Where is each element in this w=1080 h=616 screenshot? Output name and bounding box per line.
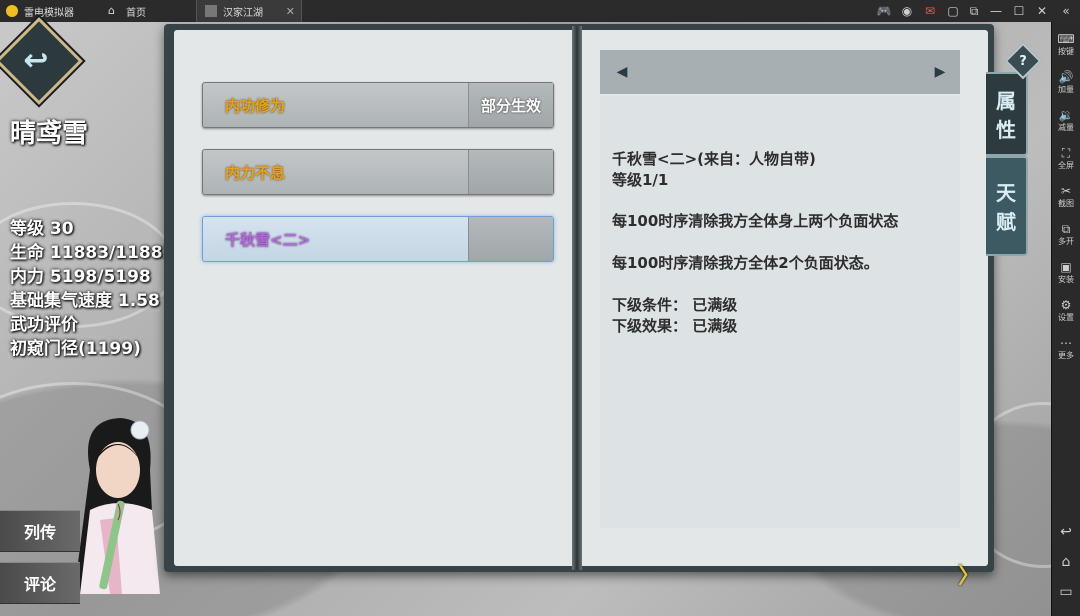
- fullscreen-icon: ⛶: [1061, 146, 1071, 160]
- maximize-icon[interactable]: ☐: [1011, 3, 1027, 19]
- stat-rating-value: 初窥门径(1199): [10, 339, 141, 359]
- skill-row-qianqiuxue[interactable]: 千秋雪<二>: [202, 216, 554, 262]
- tab-talent[interactable]: 天 赋: [986, 156, 1028, 256]
- stat-rating-label: 武功评价: [10, 315, 78, 335]
- more-icon: ⋯: [1060, 336, 1072, 350]
- sidebar-item-settings[interactable]: ⚙ 设置: [1052, 298, 1080, 323]
- next-skill-icon[interactable]: ▶: [926, 50, 954, 94]
- sidebar-item-label: 减量: [1058, 123, 1074, 132]
- skill-name: 内功修为: [225, 96, 286, 115]
- help-icon: ?: [1019, 53, 1027, 69]
- recents-nav-icon[interactable]: ▭: [1052, 584, 1080, 600]
- tab-attributes[interactable]: 属 性: [986, 72, 1028, 156]
- skill-row-neigong[interactable]: 内功修为 部分生效: [202, 82, 554, 128]
- detail-nav-bar: ◀ ▶: [600, 50, 960, 94]
- sidebar-item-multi[interactable]: ⧉ 多开: [1052, 222, 1080, 247]
- collapse-sidebar-icon[interactable]: «: [1058, 3, 1074, 19]
- character-name: 晴鸢雪: [10, 119, 89, 149]
- menu-icon[interactable]: ▢: [945, 3, 961, 19]
- game-icon: [205, 5, 217, 17]
- volume-down-icon: 🔉: [1058, 108, 1074, 122]
- biography-button[interactable]: 列传: [0, 510, 80, 552]
- detail-effect-2: 每100时序清除我方全体2个负面状态。: [612, 254, 879, 272]
- sidebar-item-more[interactable]: ⋯ 更多: [1052, 336, 1080, 361]
- skill-status: [468, 150, 553, 194]
- minimize-icon[interactable]: —: [988, 3, 1004, 19]
- sidebar-item-label: 按键: [1058, 47, 1074, 56]
- stat-hp: 生命 11883/11883: [10, 243, 175, 263]
- tab-attributes-char1: 属: [996, 89, 1016, 113]
- back-arrow-icon: ↩: [23, 42, 49, 78]
- home-nav-icon[interactable]: ⌂: [1052, 554, 1080, 570]
- sidebar-item-volume-up[interactable]: 🔊 加量: [1052, 70, 1080, 95]
- tab-talent-char1: 天: [996, 181, 1016, 205]
- sidebar-item-install[interactable]: ▣ 安装: [1052, 260, 1080, 285]
- close-tab-icon[interactable]: ✕: [286, 5, 295, 18]
- restore-icon[interactable]: ⧉: [966, 3, 982, 19]
- prev-skill-icon[interactable]: ◀: [608, 50, 636, 94]
- detail-next-effect: 下级效果： 已满级: [612, 317, 738, 335]
- sidebar-item-label: 截图: [1058, 199, 1074, 208]
- sidebar-item-label: 安装: [1058, 275, 1074, 284]
- skill-row-neili[interactable]: 内力不息: [202, 149, 554, 195]
- detail-next-condition: 下级条件： 已满级: [612, 296, 738, 314]
- next-page-icon[interactable]: 〉: [958, 558, 980, 590]
- skill-name: 千秋雪<二>: [225, 230, 311, 249]
- detail-level: 等级1/1: [612, 171, 669, 189]
- skill-name: 内力不息: [225, 163, 286, 182]
- home-tab[interactable]: ⌂ 首页: [108, 0, 146, 22]
- sidebar-item-volume-down[interactable]: 🔉 减量: [1052, 108, 1080, 133]
- sidebar-item-label: 多开: [1058, 237, 1074, 246]
- stat-level: 等级 30: [10, 219, 74, 239]
- home-icon: ⌂: [108, 4, 115, 17]
- detail-effect-1: 每100时序清除我方全体身上两个负面状态: [612, 212, 899, 230]
- sidebar-item-label: 加量: [1058, 85, 1074, 94]
- emulator-sidebar: ⌨ 按键 🔊 加量 🔉 减量 ⛶ 全屏 ✂ 截图 ⧉ 多开 ▣ 安装 ⚙ 设置 ⋯ 更多 ↩ ⌂ …: [1051, 22, 1080, 616]
- book-spine: [572, 26, 582, 570]
- tab-attributes-char2: 性: [996, 118, 1016, 142]
- mail-icon[interactable]: ✉: [922, 3, 938, 19]
- tab-talent-char2: 赋: [996, 210, 1016, 234]
- detail-title: 千秋雪<二>(来自：人物自带): [612, 150, 816, 168]
- volume-up-icon: 🔊: [1058, 70, 1074, 84]
- game-tab[interactable]: 汉家江湖 ✕: [196, 0, 302, 22]
- scissors-icon: ✂: [1060, 184, 1072, 198]
- sidebar-item-keys[interactable]: ⌨ 按键: [1052, 32, 1080, 57]
- home-tab-label: 首页: [126, 7, 146, 19]
- stat-mp: 内力 5198/5198: [10, 267, 151, 287]
- gamepad-icon[interactable]: 🎮: [876, 3, 892, 19]
- close-icon[interactable]: ✕: [1034, 3, 1050, 19]
- title-bar: 雷电模拟器 ⌂ 首页 汉家江湖 ✕ 🎮 ◉ ✉ ▢ ⧉ — ☐ ✕ «: [0, 0, 1080, 23]
- sidebar-item-screenshot[interactable]: ✂ 截图: [1052, 184, 1080, 209]
- apk-icon: ▣: [1060, 260, 1072, 274]
- sidebar-item-label: 更多: [1058, 351, 1074, 360]
- comment-button[interactable]: 评论: [0, 562, 80, 604]
- app-name: 雷电模拟器: [24, 7, 74, 19]
- multi-instance-icon: ⧉: [1061, 222, 1071, 236]
- keyboard-icon: ⌨: [1057, 32, 1075, 46]
- skill-status: 部分生效: [468, 83, 553, 127]
- gear-icon: ⚙: [1060, 298, 1072, 312]
- sidebar-item-fullscreen[interactable]: ⛶ 全屏: [1052, 146, 1080, 171]
- sidebar-item-label: 设置: [1058, 313, 1074, 322]
- account-icon[interactable]: ◉: [899, 3, 915, 19]
- sidebar-item-label: 全屏: [1058, 161, 1074, 170]
- back-nav-icon[interactable]: ↩: [1052, 524, 1080, 540]
- game-tab-label: 汉家江湖: [223, 7, 263, 19]
- skill-status: [468, 217, 553, 261]
- stat-speed: 基础集气速度 1.58: [10, 291, 160, 311]
- app-logo-icon: [6, 5, 18, 17]
